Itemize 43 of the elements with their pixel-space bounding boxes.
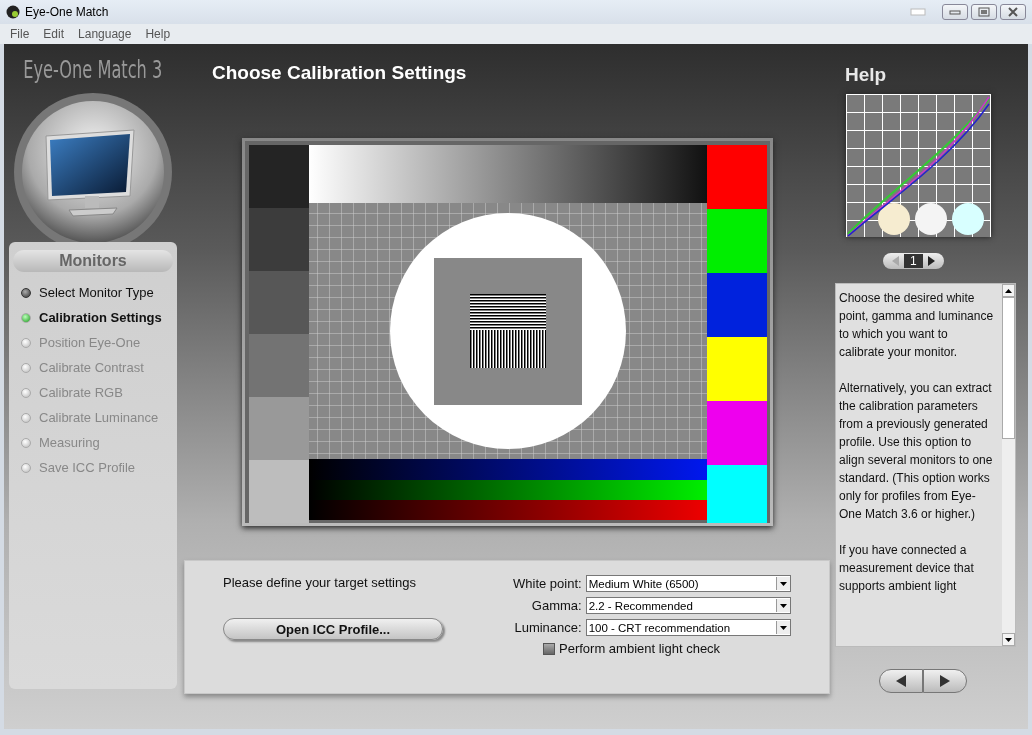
checkbox-label: Perform ambient light check bbox=[559, 641, 721, 656]
window-title: Eye-One Match bbox=[25, 5, 109, 19]
field-label: Luminance: bbox=[514, 620, 582, 635]
menu-item[interactable]: Language bbox=[78, 27, 132, 41]
maximize-icon bbox=[978, 7, 990, 17]
scroll-down-icon[interactable] bbox=[1005, 637, 1012, 642]
step-label[interactable]: Select Monitor Type bbox=[39, 285, 154, 300]
next-arrow-icon[interactable] bbox=[925, 256, 936, 266]
field-label: White point: bbox=[513, 576, 582, 591]
logo-text: Eye-One Match 3 bbox=[23, 56, 163, 84]
page-title: Choose Calibration Settings bbox=[212, 62, 467, 84]
help-paragraph: If you have connected a measurement device that supports ambient light bbox=[839, 542, 975, 595]
maximize-button[interactable] bbox=[971, 4, 997, 20]
page-number: 1 bbox=[904, 254, 923, 268]
dropdown-field[interactable]: 100 - CRT recommendation bbox=[585, 619, 791, 636]
dropdown-field[interactable]: 2.2 - Recommended bbox=[585, 597, 791, 614]
ambient-checkbox[interactable] bbox=[543, 642, 555, 655]
scroll-up-icon[interactable] bbox=[1005, 288, 1012, 293]
open-profile-button[interactable]: Open ICC Profile... bbox=[223, 618, 443, 640]
back-arrow-icon bbox=[894, 674, 908, 688]
forward-arrow-icon bbox=[938, 674, 952, 688]
dropdown-arrow-icon bbox=[779, 581, 787, 586]
settings-prompt: Please define your target settings bbox=[223, 575, 417, 590]
dropdown-arrow-icon bbox=[779, 625, 787, 630]
menu-item[interactable]: Help bbox=[145, 27, 171, 41]
dropdown-field[interactable]: Medium White (6500) bbox=[585, 575, 791, 592]
help-title: Help bbox=[845, 64, 887, 86]
close-button[interactable] bbox=[1000, 4, 1026, 20]
back-button[interactable] bbox=[879, 669, 923, 693]
app-icon bbox=[6, 5, 20, 19]
minimize-icon bbox=[949, 8, 961, 16]
menu-item[interactable]: File bbox=[10, 27, 30, 41]
field-label: Gamma: bbox=[531, 598, 582, 613]
dropdown-arrow-icon bbox=[779, 603, 787, 608]
menu-item[interactable]: Edit bbox=[43, 27, 65, 41]
help-paragraph: Alternatively, you can extract the calibration parameters from a previously generated profile. Use this option to align several monitors to one standard. (This option works only for profiles from Eye-One Match 3.6 or higher.) bbox=[839, 380, 994, 523]
minimize-button[interactable] bbox=[942, 4, 968, 20]
close-icon bbox=[1007, 7, 1019, 17]
scrollbar[interactable] bbox=[1002, 284, 1015, 646]
section-header: Monitors bbox=[13, 250, 173, 272]
step-label[interactable]: Calibration Settings bbox=[39, 310, 162, 325]
forward-button[interactable] bbox=[923, 669, 967, 693]
help-paragraph: Choose the desired white point, gamma and luminance to which you want to calibrate your monitor. bbox=[839, 290, 994, 361]
